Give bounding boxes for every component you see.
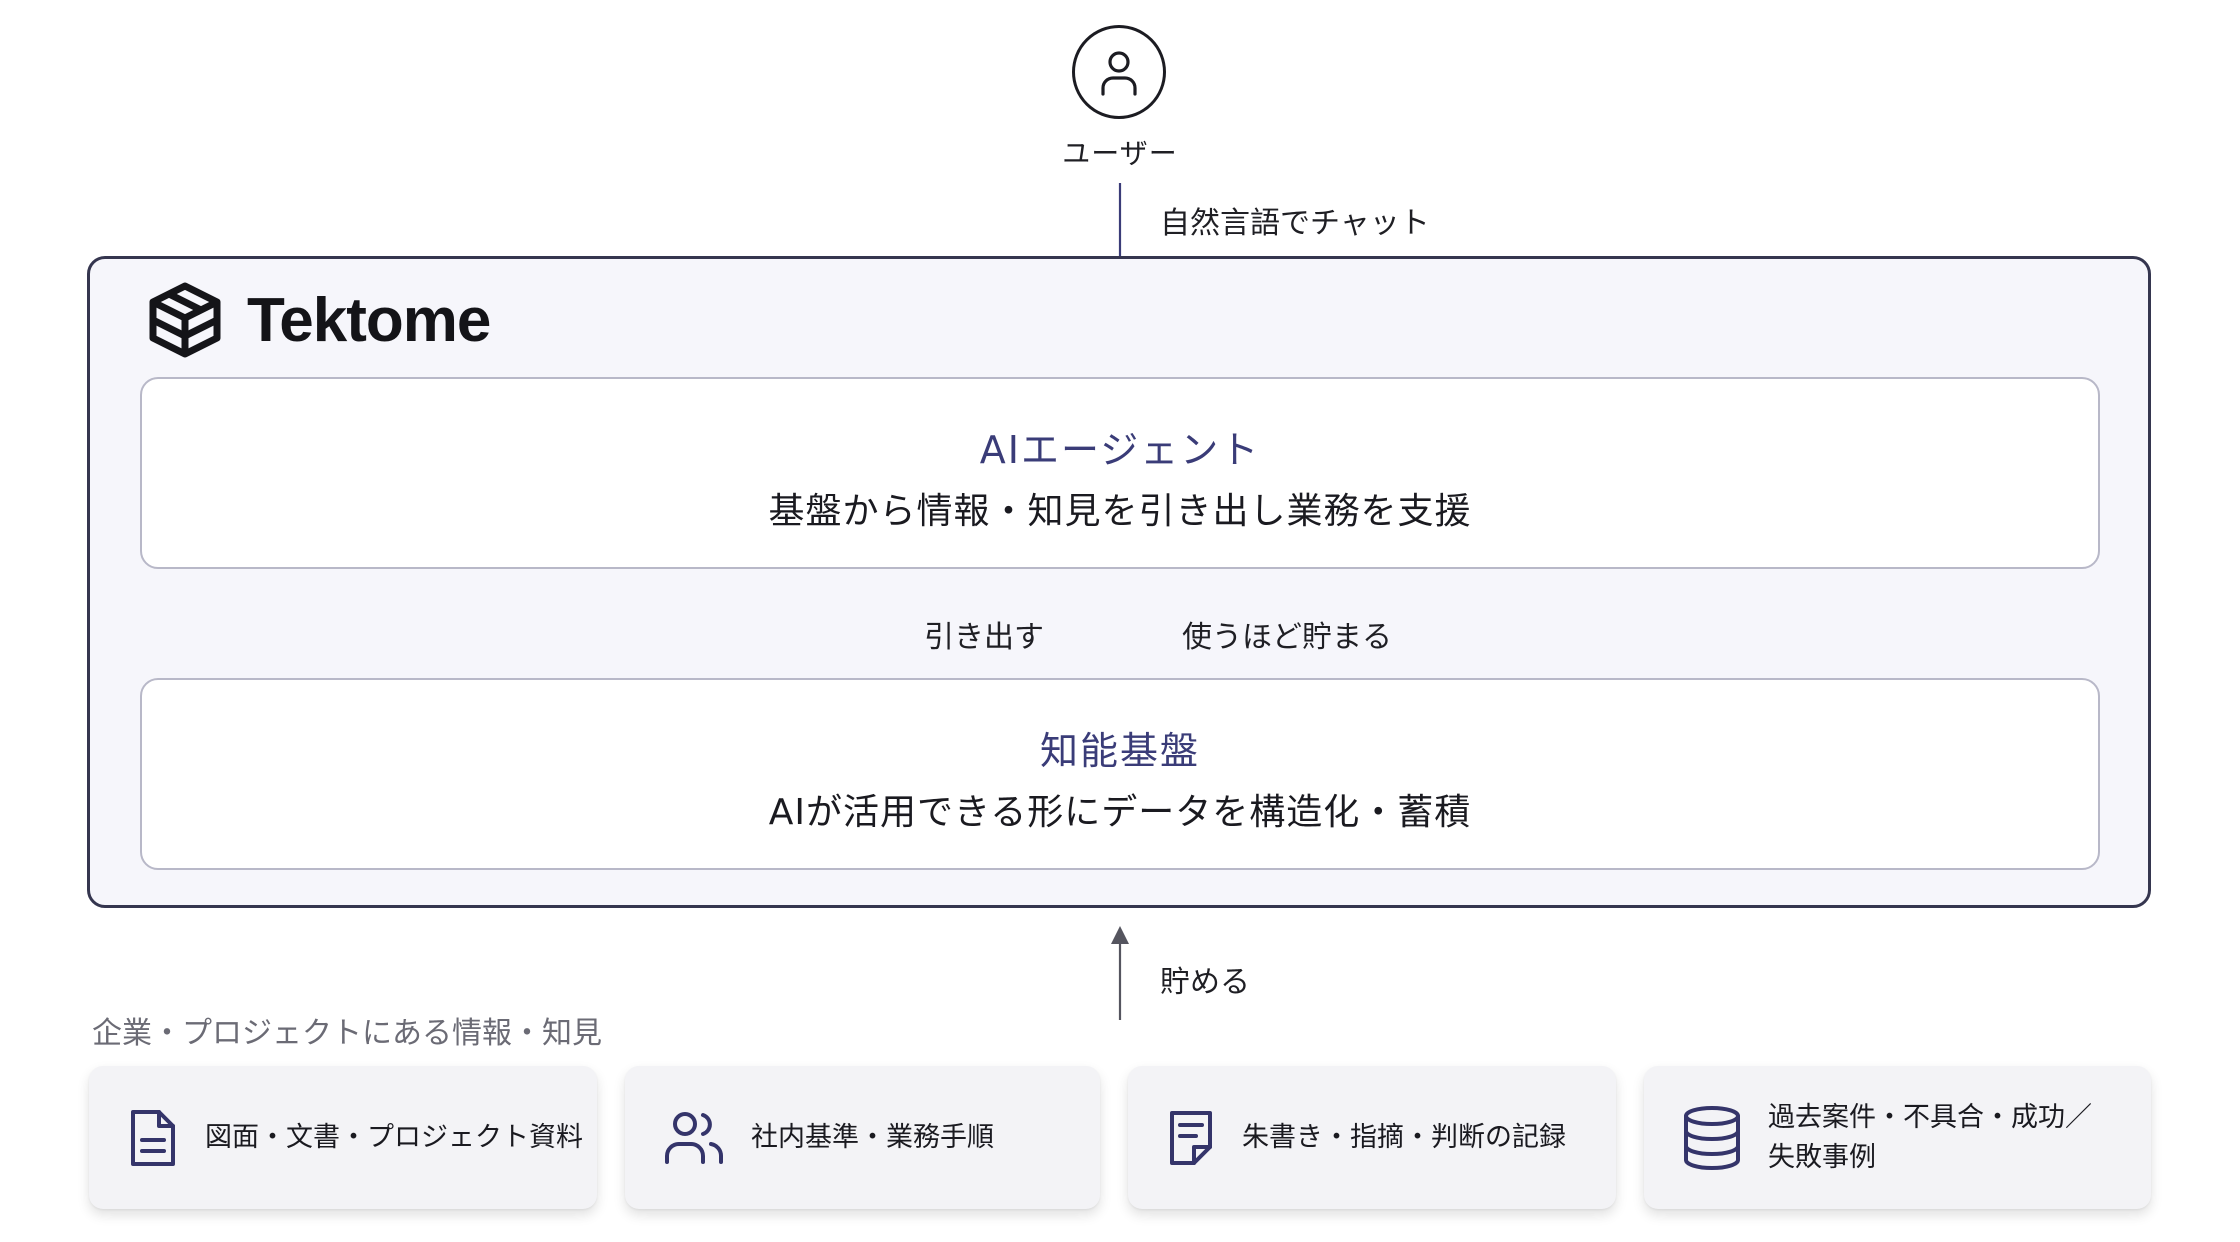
ai-agent-title: AIエージェント <box>979 428 1261 472</box>
note-icon <box>1166 1109 1216 1167</box>
store-label: 貯める <box>1160 965 1250 1000</box>
knowledge-base-description: AIが活用できる形にデータを構造化・蓄積 <box>768 792 1472 833</box>
tektome-logo-icon <box>149 282 221 358</box>
source-label: 朱書き・指摘・判断の記録 <box>1242 1121 1566 1153</box>
source-card-records: 朱書き・指摘・判断の記録 <box>1128 1066 1616 1209</box>
store-arrow <box>1111 926 1129 1020</box>
knowledge-base-card: 知能基盤 AIが活用できる形にデータを構造化・蓄積 <box>140 678 2100 870</box>
users-icon <box>663 1110 725 1166</box>
chat-label: 自然言語でチャット <box>1160 206 1430 241</box>
brand: Tektome <box>147 280 491 360</box>
extract-label: 引き出す <box>924 620 1044 655</box>
database-icon <box>1682 1105 1742 1171</box>
accumulate-label: 使うほど貯まる <box>1182 620 1392 655</box>
source-label: 過去案件・不具合・成功／失敗事例 <box>1768 1101 2092 1173</box>
source-label: 社内基準・業務手順 <box>751 1121 994 1153</box>
document-icon <box>127 1108 179 1168</box>
ai-agent-card: AIエージェント 基盤から情報・知見を引き出し業務を支援 <box>140 377 2100 569</box>
brand-name: Tektome <box>247 285 491 355</box>
knowledge-base-title: 知能基盤 <box>1039 729 1200 773</box>
source-label: 図面・文書・プロジェクト資料 <box>205 1121 583 1153</box>
source-card-standards: 社内基準・業務手順 <box>625 1066 1100 1209</box>
source-card-cases: 過去案件・不具合・成功／失敗事例 <box>1644 1066 2151 1209</box>
sources-heading: 企業・プロジェクトにある情報・知見 <box>92 1016 602 1051</box>
ai-agent-description: 基盤から情報・知見を引き出し業務を支援 <box>768 491 1472 532</box>
source-card-documents: 図面・文書・プロジェクト資料 <box>89 1066 597 1209</box>
